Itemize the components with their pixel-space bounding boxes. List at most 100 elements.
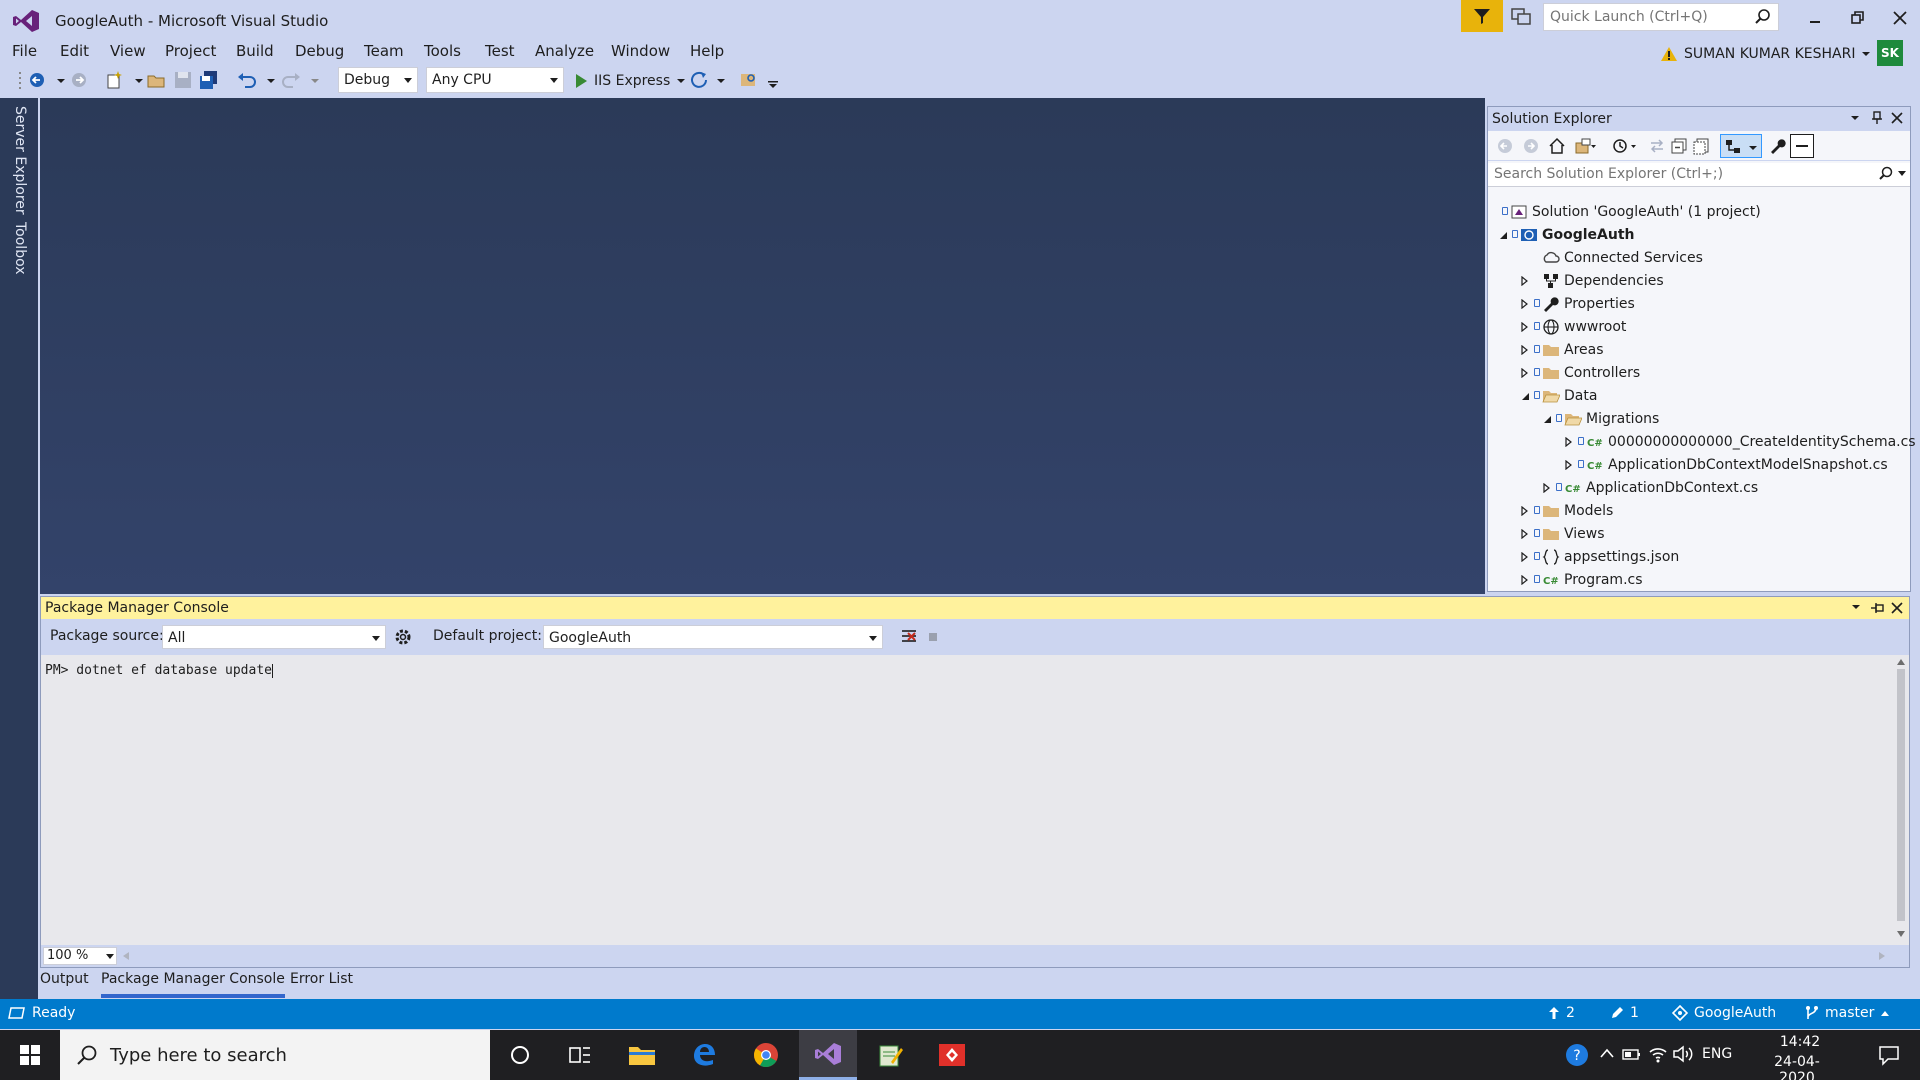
solution-search-box[interactable] [1488,163,1910,187]
configuration-select[interactable]: Debug [338,67,418,93]
tree-item[interactable]: a Controllers [1488,362,1910,385]
pending-changes-filter-icon[interactable] [1612,137,1640,155]
collapsed-arrow-icon[interactable] [1520,506,1530,516]
close-icon[interactable] [1891,602,1903,614]
quick-launch-box[interactable] [1543,3,1779,31]
collapsed-arrow-icon[interactable] [1520,529,1530,539]
tree-item[interactable]: a Models [1488,500,1910,523]
close-window-button[interactable] [1885,6,1915,30]
restore-button[interactable] [1843,6,1873,30]
collapsed-arrow-icon[interactable] [1564,437,1574,447]
redo-icon[interactable] [280,69,302,91]
tab-server-explorer[interactable]: Server Explorer [12,106,28,215]
stop-command-icon[interactable] [927,631,939,643]
tree-item[interactable]: aC# Program.cs [1488,569,1910,592]
help-icon[interactable]: ? [1564,1042,1590,1068]
menu-tools[interactable]: Tools [424,42,461,60]
tree-item[interactable]: a Areas [1488,339,1910,362]
tree-item[interactable]: Connected Services [1488,247,1910,270]
undo-dropdown-icon[interactable] [260,69,282,91]
tree-item[interactable]: aC# ApplicationDbContextModelSnapshot.cs [1488,454,1910,477]
menu-analyze[interactable]: Analyze [535,42,594,60]
refresh-icon[interactable] [688,69,710,91]
collapsed-arrow-icon[interactable] [1520,575,1530,585]
scroll-up-icon[interactable] [1897,659,1905,665]
pin-icon[interactable] [1870,601,1884,615]
postman-like-app[interactable] [923,1030,981,1080]
console-output[interactable]: PM> dotnet ef database update [41,655,1893,945]
scroll-left-icon[interactable] [123,952,131,960]
collapsed-arrow-icon[interactable] [1520,322,1530,332]
wifi-icon[interactable] [1648,1044,1668,1064]
input-language[interactable]: ENG [1702,1046,1732,1062]
find-in-files-icon[interactable] [738,69,760,91]
collapsed-arrow-icon[interactable] [1520,345,1530,355]
home-icon[interactable] [1548,137,1566,155]
navigate-forward-icon[interactable] [68,69,90,91]
task-view-button[interactable] [551,1030,609,1080]
undo-icon[interactable] [236,69,258,91]
menu-test[interactable]: Test [485,42,515,60]
tree-item[interactable]: a Data [1488,385,1910,408]
navigate-back-icon[interactable] [26,69,48,91]
tree-item[interactable]: aC# 00000000000000_CreateIdentitySchema.c… [1488,431,1916,454]
tree-item[interactable]: a wwwroot [1488,316,1910,339]
pin-icon[interactable] [1870,111,1884,125]
tree-item[interactable]: a Solution 'GoogleAuth' (1 project) [1488,201,1910,224]
panel-menu-icon[interactable] [1851,603,1861,611]
settings-gear-icon[interactable] [393,627,413,647]
expanded-arrow-icon[interactable] [1542,414,1552,424]
collapsed-arrow-icon[interactable] [1564,460,1574,470]
tab-error-list[interactable]: Error List [290,968,353,998]
tree-item[interactable]: a GoogleAuth [1488,224,1910,247]
menu-debug[interactable]: Debug [295,42,344,60]
open-file-icon[interactable] [146,69,168,91]
clock[interactable]: 14:42 24-04-2020 [1765,1034,1835,1080]
chrome-browser-app[interactable] [737,1030,795,1080]
notepad-app[interactable] [861,1030,919,1080]
menu-file[interactable]: File [12,42,37,60]
tree-item[interactable]: aC# ApplicationDbContext.cs [1488,477,1910,500]
refresh-dropdown-icon[interactable] [710,69,732,91]
tree-item[interactable]: Dependencies [1488,270,1910,293]
redo-dropdown-icon[interactable] [304,69,326,91]
edge-browser-app[interactable] [675,1030,733,1080]
feedback-filter-button[interactable] [1461,0,1503,32]
scrollbar-thumb[interactable] [1897,669,1905,921]
properties-toggle-button[interactable] [1720,134,1762,158]
show-all-files-icon[interactable] [1692,137,1710,155]
collapsed-arrow-icon[interactable] [1520,368,1530,378]
branch-indicator[interactable]: master [1805,1005,1890,1021]
menu-project[interactable]: Project [165,42,216,60]
back-icon[interactable] [1496,137,1514,155]
zoom-select[interactable]: 100 % [43,947,117,965]
menu-build[interactable]: Build [236,42,274,60]
tree-item[interactable]: a Properties [1488,293,1910,316]
notifications-icon[interactable] [1510,6,1532,26]
menu-edit[interactable]: Edit [60,42,89,60]
action-center-icon[interactable] [1878,1044,1900,1066]
chevron-up-icon[interactable] [1600,1048,1614,1058]
tab-package-manager-console[interactable]: Package Manager Console [101,968,285,998]
save-all-icon[interactable] [198,69,220,91]
preview-selected-items-button[interactable] [1790,134,1814,158]
menu-help[interactable]: Help [690,42,724,60]
search-options-icon[interactable] [1898,171,1906,177]
collapsed-arrow-icon[interactable] [1542,483,1552,493]
tab-output[interactable]: Output [40,968,89,998]
expanded-arrow-icon[interactable] [1520,391,1530,401]
tree-item[interactable]: a appsettings.json [1488,546,1910,569]
scroll-down-icon[interactable] [1897,931,1905,937]
console-vertical-scrollbar[interactable] [1893,655,1909,945]
start-debugging-button[interactable]: IIS Express [574,69,686,93]
repository-indicator[interactable]: GoogleAuth [1672,1005,1776,1021]
menu-view[interactable]: View [110,42,146,60]
expanded-arrow-icon[interactable] [1498,230,1508,240]
collapsed-arrow-icon[interactable] [1520,276,1530,286]
switch-views-icon[interactable] [1574,137,1596,155]
scroll-right-icon[interactable] [1877,952,1885,960]
volume-icon[interactable] [1672,1044,1694,1064]
unpushed-commits[interactable]: 2 [1548,1005,1575,1021]
menu-team[interactable]: Team [364,42,404,60]
close-icon[interactable] [1891,112,1903,124]
